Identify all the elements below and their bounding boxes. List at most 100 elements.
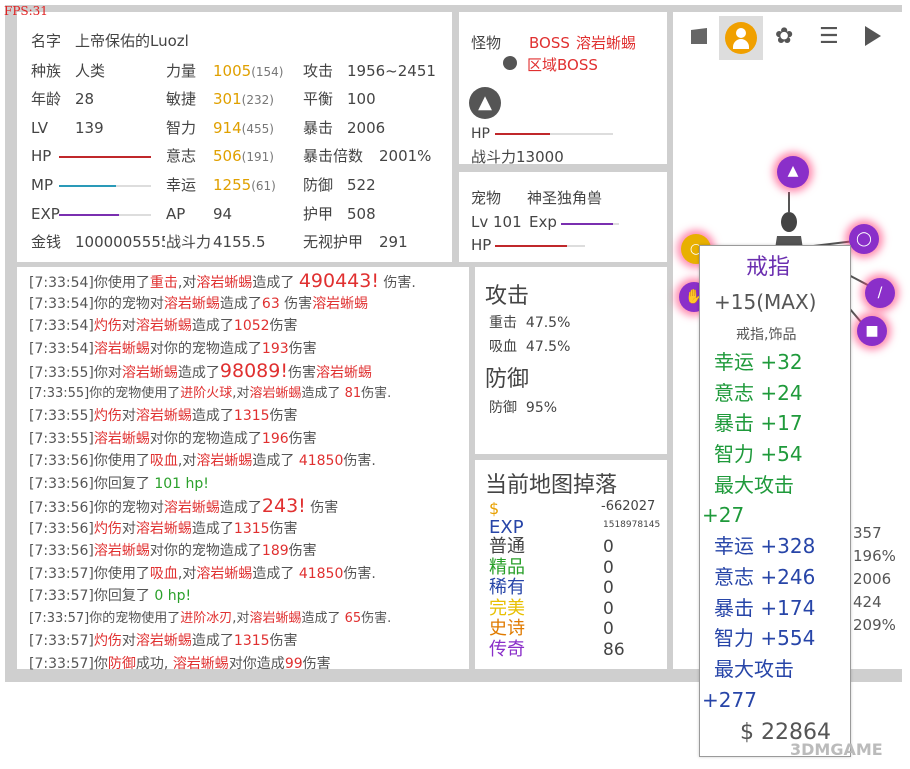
log-line: [7:33:55]灼伤对溶岩蜥蜴造成了1315伤害 [29, 408, 298, 424]
log-line: [7:33:57]你防御成功, 溶岩蜥蜴对你造成99伤害 [29, 656, 331, 672]
equip-stat-3: 2006 [853, 570, 892, 588]
log-segment: 溶岩蜥蜴 [121, 365, 178, 381]
player-stats-panel: 名字 上帝保佑的Luozl 种族 人类 年龄 28 LV 139 HP MP E… [17, 12, 452, 262]
log-segment: 你的宠物对 [93, 295, 164, 312]
monster-power: 战斗力13000 [471, 148, 564, 166]
log-segment: 你的宠物使用了 [89, 385, 181, 401]
atk-value: 1956~2451 [347, 62, 436, 80]
helmet-slot[interactable]: ▲ [777, 156, 809, 188]
defense-title: 防御 [485, 367, 530, 392]
log-segment: 0 hp! [154, 588, 192, 604]
log-segment: 对你的宠物造成了 [149, 430, 262, 447]
int-value: 914(455) [213, 119, 274, 137]
log-segment: 防御 [107, 655, 136, 672]
agi-value: 301(232) [213, 90, 274, 108]
log-segment: 41850 [298, 453, 344, 469]
log-segment: 65 [344, 610, 362, 626]
log-segment: 伤害. [378, 275, 416, 291]
character-tab[interactable] [719, 16, 763, 60]
log-segment: 伤害 [288, 430, 317, 447]
race-value: 人类 [75, 62, 106, 80]
tooltip-green-4: 智力 +54 [714, 442, 803, 466]
log-segment: 你的宠物对 [93, 500, 164, 516]
balance-label: 平衡 [303, 90, 334, 108]
exp-bar [59, 214, 119, 216]
mp-label: MP [31, 176, 53, 194]
pet-label: 宠物 [471, 189, 502, 207]
watermark: 3DMGAME [790, 740, 883, 759]
sword-icon: / [877, 285, 883, 301]
skills-panel: 攻击 重击 47.5% 吸血 47.5% 防御 防御 95% [475, 267, 667, 454]
log-segment: 灼伤 [93, 318, 122, 334]
log-timestamp: [7:33:57] [29, 610, 90, 626]
pet-name: 神圣独角兽 [527, 189, 603, 207]
character-icon [725, 22, 757, 54]
log-segment: 196 [261, 430, 289, 447]
log-segment: 造成了 [191, 633, 234, 649]
map-drops-panel: 当前地图掉落 $ -662027 EXP 1518978145 普通 0 精品 0 稀有… [475, 460, 667, 669]
log-segment: 你回复了 [93, 475, 155, 492]
log-segment: 造成了 [219, 500, 262, 516]
log-line: [7:33:56]你使用了吸血,对溶岩蜥蜴造成了 41850伤害. [29, 453, 376, 469]
log-segment: ,对 [232, 610, 250, 626]
tooltip-green-2: 意志 +24 [714, 381, 803, 405]
attack-title: 攻击 [485, 284, 530, 309]
pet-exp-bar [561, 223, 614, 225]
will-value: 506(191) [213, 147, 274, 165]
equip-stat-4: 424 [853, 593, 882, 611]
drop-rarity-value: 0 [603, 619, 614, 639]
log-line: [7:33:55]你的宠物使用了进阶火球,对溶岩蜥蜴造成了 81伤害. [29, 386, 391, 402]
log-segment: 灼伤 [93, 520, 122, 537]
hp-label: HP [31, 147, 52, 165]
log-segment: 1052 [233, 318, 270, 334]
log-segment: 溶岩蜥蜴 [249, 610, 302, 626]
crit-value: 2006 [347, 119, 386, 137]
name-value: 上帝保佑的Luozl [75, 32, 189, 50]
attack-row-2: 吸血 47.5% [489, 339, 571, 355]
boss-tag: BOSS [529, 34, 570, 52]
log-segment: 189 [261, 543, 289, 559]
armor-slot[interactable]: ■ [857, 316, 887, 346]
log-line: [7:33:57]你使用了吸血,对溶岩蜥蜴造成了 41850伤害. [29, 566, 376, 582]
log-segment: 溶岩蜥蜴 [312, 295, 369, 312]
age-label: 年龄 [31, 90, 62, 108]
log-segment: 造成了 [219, 295, 262, 312]
race-label: 种族 [31, 62, 62, 80]
paw-icon[interactable]: ✿ [775, 24, 803, 50]
drops-title: 当前地图掉落 [485, 473, 618, 498]
log-timestamp: [7:33:56] [29, 543, 94, 559]
claw-icon[interactable]: ☰ [819, 24, 847, 50]
drop-rarity-label: 史诗 [489, 618, 525, 639]
log-segment: ,对 [232, 385, 250, 401]
log-segment: 吸血 [149, 453, 178, 469]
weapon-slot[interactable]: / [865, 278, 895, 308]
log-line: [7:33:56]溶岩蜥蜴对你的宠物造成了189伤害 [29, 543, 317, 559]
log-timestamp: [7:33:56] [29, 475, 94, 492]
log-line: [7:33:55]你对溶岩蜥蜴造成了98089!伤害溶岩蜥蜴 [29, 362, 372, 382]
log-segment: 41850 [298, 565, 344, 582]
necklace-slot[interactable]: ◯ [849, 224, 879, 254]
log-segment: 灼伤 [93, 633, 122, 649]
log-timestamp: [7:33:56] [29, 453, 94, 469]
combat-log: [7:33:54]你使用了重击,对溶岩蜥蜴造成了 490443! 伤害. [7:3… [17, 267, 471, 672]
log-line: [7:33:57]你回复了 0 hp! [29, 588, 191, 604]
play-icon[interactable] [865, 26, 881, 46]
tooltip-green-1: 幸运 +32 [714, 350, 803, 374]
log-line: [7:33:54]你使用了重击,对溶岩蜥蜴造成了 490443! 伤害. [29, 272, 416, 292]
log-segment: 溶岩蜥蜴 [196, 453, 253, 469]
log-segment: 伤害 [269, 408, 298, 424]
combat-log-panel[interactable]: [7:33:54]你使用了重击,对溶岩蜥蜴造成了 490443! 伤害. [7:3… [17, 267, 479, 672]
age-value: 28 [75, 90, 95, 108]
drop-rarity-value: 0 [603, 537, 614, 557]
log-segment: 对你造成 [228, 655, 285, 672]
log-timestamp: [7:33:57] [29, 588, 94, 604]
log-segment: 你对 [93, 365, 122, 381]
log-segment: 溶岩蜥蜴 [315, 365, 372, 381]
log-segment: 伤害 [287, 365, 316, 381]
log-timestamp: [7:33:55] [29, 408, 94, 424]
bag-icon[interactable] [687, 24, 711, 48]
def-label: 防御 [303, 176, 334, 194]
pet-lv: Lv 101 [471, 213, 522, 231]
log-segment: 造成了 [191, 318, 234, 334]
drop-rarity-value: 0 [603, 578, 614, 598]
